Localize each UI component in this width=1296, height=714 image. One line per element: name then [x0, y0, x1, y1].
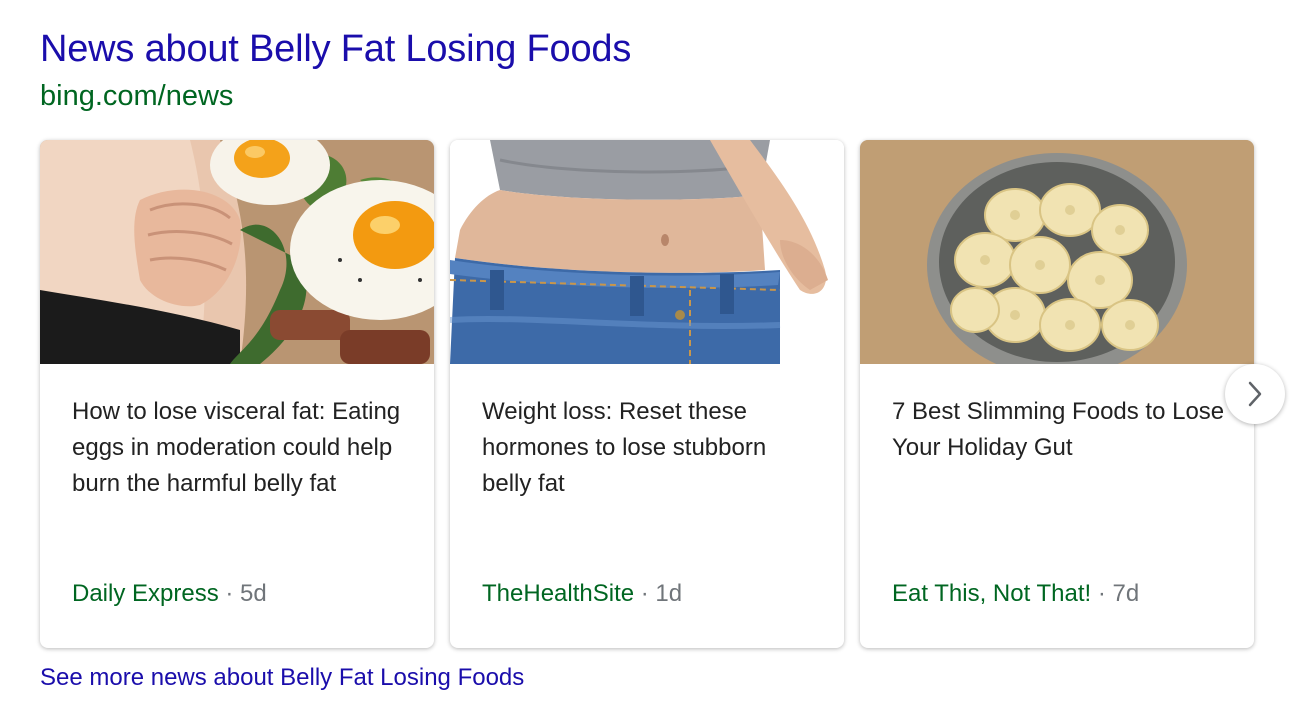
news-headline[interactable]: How to lose visceral fat: Eating eggs in… [72, 394, 412, 502]
meta-separator: · [218, 580, 241, 607]
news-thumbnail-eggs [40, 140, 434, 364]
news-source: Eat This, Not That! [892, 580, 1092, 607]
loose-jeans-waist-image [450, 140, 844, 364]
news-headline[interactable]: 7 Best Slimming Foods to Lose Your Holid… [892, 394, 1232, 466]
news-carousel-section: News about Belly Fat Losing Foods bing.c… [40, 0, 1296, 714]
source-url: bing.com/news [40, 80, 234, 112]
section-title-link[interactable]: News about Belly Fat Losing Foods [40, 28, 631, 71]
meta-separator: · [634, 580, 656, 607]
fried-eggs-belly-image [40, 140, 434, 364]
news-card[interactable]: How to lose visceral fat: Eating eggs in… [40, 140, 434, 648]
news-source: TheHealthSite [482, 580, 635, 607]
news-cards: How to lose visceral fat: Eating eggs in… [40, 140, 1285, 648]
news-meta: Eat This, Not That! · 7d [892, 580, 1139, 608]
chevron-right-icon [1248, 381, 1262, 407]
news-source: Daily Express [72, 580, 219, 607]
news-meta: Daily Express · 5d [72, 580, 267, 608]
meta-separator: · [1091, 580, 1113, 607]
news-card[interactable]: 7 Best Slimming Foods to Lose Your Holid… [860, 140, 1254, 648]
news-meta: TheHealthSite · 1d [482, 580, 682, 608]
banana-slices-bowl-image [860, 140, 1254, 364]
see-more-news-link[interactable]: See more news about Belly Fat Losing Foo… [40, 664, 524, 692]
news-age: 5d [240, 580, 267, 607]
news-card[interactable]: Weight loss: Reset these hormones to los… [450, 140, 844, 648]
news-age: 7d [1112, 580, 1140, 607]
news-thumbnail-jeans [450, 140, 844, 364]
carousel-next-button[interactable] [1225, 364, 1285, 424]
news-headline[interactable]: Weight loss: Reset these hormones to los… [482, 394, 822, 502]
news-age: 1d [655, 580, 683, 607]
news-thumbnail-bananas [860, 140, 1254, 364]
